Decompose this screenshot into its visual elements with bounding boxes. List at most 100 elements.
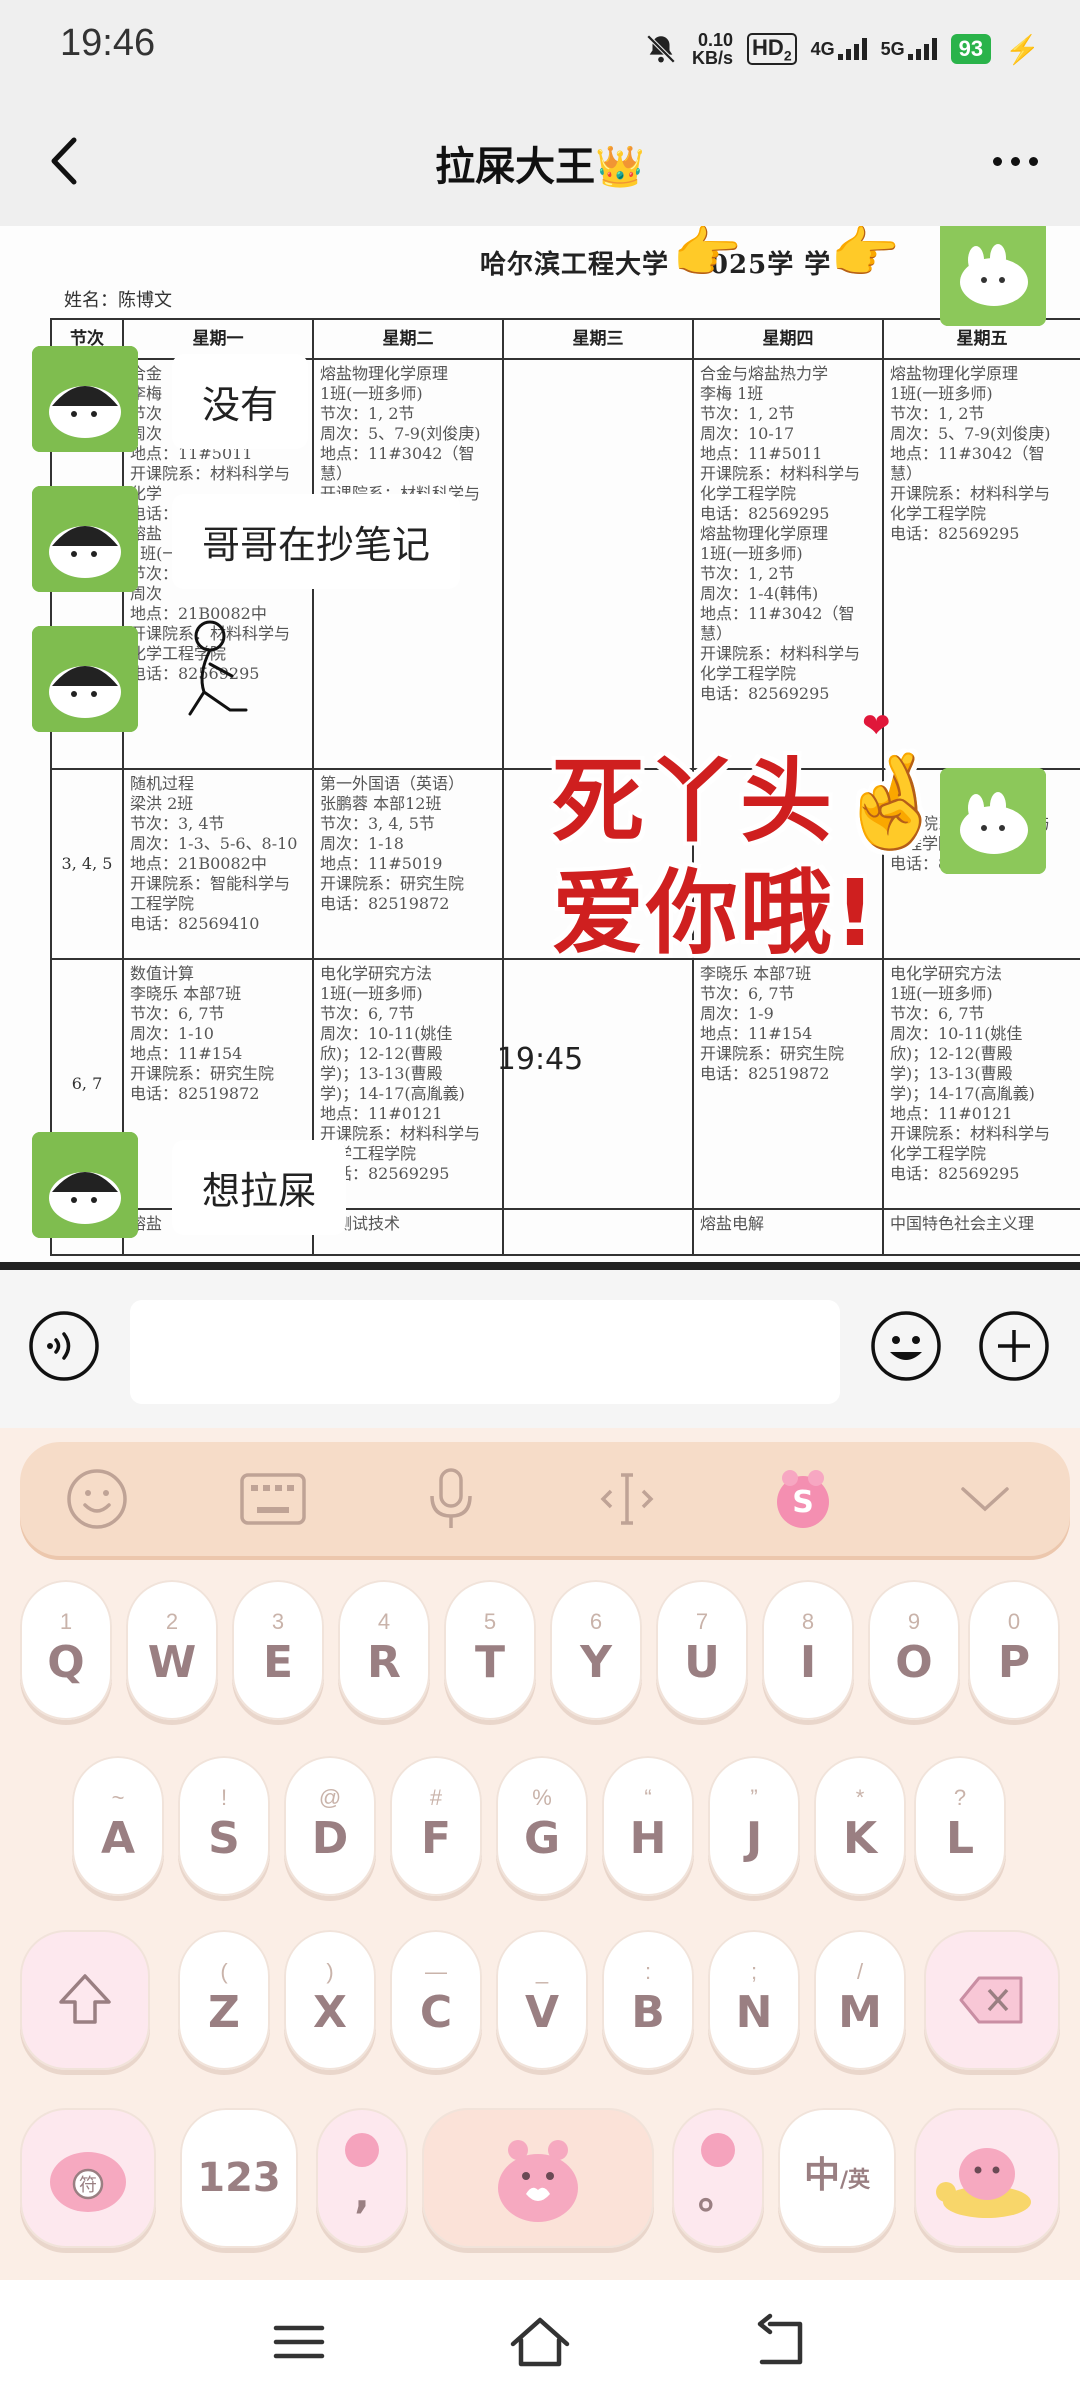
key-v[interactable]: _ V — [496, 1930, 588, 2070]
kneeling-figure-sticker[interactable] — [170, 614, 260, 724]
schedule-cell-line: 周次：5、7-9(刘俊庚) — [890, 424, 1051, 443]
cursor-move-icon[interactable] — [592, 1464, 662, 1534]
signal-bars-icon — [837, 38, 867, 60]
shift-key[interactable] — [20, 1930, 150, 2070]
schedule-cell — [502, 358, 694, 770]
panda-avatar-icon — [32, 486, 138, 592]
key-p[interactable]: 0P — [968, 1580, 1060, 1720]
schedule-cell-line: 1班(一班多师) — [320, 384, 423, 403]
key-a[interactable]: ~ A — [72, 1756, 164, 1896]
message-input[interactable] — [130, 1300, 840, 1404]
home-icon[interactable] — [505, 2310, 575, 2374]
back-nav-icon[interactable] — [746, 2310, 816, 2374]
key-b[interactable]: :B — [602, 1930, 694, 2070]
chat-background-image: 哈尔滨工程大学 -2025学 学 姓名：陈博文 👉 👉 节次 星期一 星期二 星… — [0, 226, 1080, 1264]
key-i[interactable]: 8I — [762, 1580, 854, 1720]
symbol-key[interactable]: 符 — [20, 2108, 156, 2248]
schedule-cell-line: 开课院系：材料科学与 — [130, 464, 291, 483]
heart-icon: ❤ — [862, 706, 891, 746]
schedule-cell — [502, 958, 694, 1210]
sticker-line-1: 死丫头🤞 — [552, 748, 951, 855]
key-f[interactable]: # F — [390, 1756, 482, 1896]
comma-key[interactable]: , — [316, 2108, 408, 2248]
key-label: L — [945, 1813, 975, 1864]
key-j[interactable]: ” J — [708, 1756, 800, 1896]
key-k[interactable]: * K — [814, 1756, 906, 1896]
schedule-cell-line: 周次：10-17 — [700, 424, 795, 443]
key-z[interactable]: (Z — [178, 1930, 270, 2070]
key-sub-label: 3 — [271, 1609, 285, 1634]
schedule-cell-line: 节次：6, 7节 — [700, 984, 795, 1003]
key-m[interactable]: / M — [814, 1930, 906, 2070]
numbers-key[interactable]: 123 — [180, 2108, 298, 2248]
key-n[interactable]: ; N — [708, 1930, 800, 2070]
schedule-cell-line: 1班(一班多师) — [890, 384, 993, 403]
key-d[interactable]: @ D — [284, 1756, 376, 1896]
schedule-cell-line: 电话：82569295 — [890, 524, 1020, 543]
key-u[interactable]: 7U — [656, 1580, 748, 1720]
key-sub-label: 9 — [907, 1609, 921, 1634]
schedule-header-cell: 星期一 — [122, 318, 314, 360]
key-h[interactable]: “H — [602, 1756, 694, 1896]
contact-avatar[interactable] — [940, 226, 1046, 326]
message-bubble[interactable]: 没有 — [172, 354, 309, 449]
key-sub-label: ( — [220, 1959, 228, 1984]
user-avatar[interactable] — [32, 1132, 138, 1238]
collapse-keyboard-icon[interactable] — [950, 1464, 1020, 1534]
period-key[interactable]: 。 — [672, 2108, 764, 2248]
space-key[interactable] — [422, 2108, 654, 2248]
schedule-cell-line: 开课院系：材料科学与 — [700, 644, 861, 663]
schedule-cell-line: 周次：1-18 — [320, 834, 404, 853]
keyboard-toolbar: S — [20, 1442, 1070, 1556]
key-y[interactable]: 6Y — [550, 1580, 642, 1720]
key-label: P — [997, 1637, 1031, 1688]
menu-icon[interactable] — [264, 2310, 334, 2374]
key-c[interactable]: — C — [390, 1930, 482, 2070]
keyboard-emoji-icon[interactable] — [62, 1464, 132, 1534]
message-bubble[interactable]: 哥哥在抄笔记 — [172, 494, 461, 589]
language-switch-key[interactable]: 中/英 — [778, 2108, 896, 2248]
schedule-cell-line: 1班(一班多师) — [700, 544, 803, 563]
key-r[interactable]: 4R — [338, 1580, 430, 1720]
hd-label: HD — [752, 34, 784, 60]
schedule-cell-line: 开课院系：材料科学与 — [890, 484, 1051, 503]
schedule-cell-line: 化学工程学院 — [700, 484, 797, 503]
contact-avatar[interactable] — [940, 768, 1046, 874]
schedule-cell-line: 慧） — [320, 464, 353, 483]
key-x[interactable]: ) X — [284, 1930, 376, 2070]
add-icon[interactable] — [978, 1310, 1050, 1382]
shift-icon — [59, 1974, 111, 2024]
comma-label: , — [354, 2172, 370, 2218]
key-e[interactable]: 3E — [232, 1580, 324, 1720]
schedule-cell-line: 学)；14-17(高胤義) — [320, 1084, 465, 1103]
user-avatar[interactable] — [32, 626, 138, 732]
key-o[interactable]: 9O — [868, 1580, 960, 1720]
key-t[interactable]: 5T — [444, 1580, 536, 1720]
key-l[interactable]: ? L — [914, 1756, 1006, 1896]
emoji-icon[interactable] — [870, 1310, 942, 1382]
bunny-avatar-icon — [940, 768, 1046, 874]
backspace-key[interactable] — [924, 1930, 1060, 2070]
schedule-cell-line: 节次：6, 7节 — [890, 1004, 985, 1023]
key-w[interactable]: 2W — [126, 1580, 218, 1720]
chat-area[interactable]: 哈尔滨工程大学 -2025学 学 姓名：陈博文 👉 👉 节次 星期一 星期二 星… — [0, 226, 1080, 1264]
user-avatar[interactable] — [32, 346, 138, 452]
message-bubble[interactable]: 想拉屎 — [172, 1140, 347, 1235]
schedule-cell: 随机过程 梁洪 2班 节次：3, 4节 周次：1-3、5-6、8-10 地点：21B00… — [122, 768, 314, 960]
lang-sub: /英 — [839, 2167, 871, 2193]
more-options-button[interactable] — [980, 126, 1050, 196]
battery-level: 93 — [950, 34, 992, 64]
key-q[interactable]: 1Q — [20, 1580, 112, 1720]
user-avatar[interactable] — [32, 486, 138, 592]
keyboard-layout-icon[interactable] — [238, 1464, 308, 1534]
sogou-logo-icon[interactable]: S — [768, 1464, 838, 1534]
voice-input-icon[interactable] — [28, 1310, 100, 1382]
key-sub-label: 1 — [59, 1609, 73, 1634]
microphone-icon[interactable] — [416, 1464, 486, 1534]
schedule-cell-line: 随机过程 — [130, 774, 195, 793]
key-g[interactable]: % G — [496, 1756, 588, 1896]
schedule-cell-line: 开课院系：智能科学与 — [130, 874, 291, 893]
key-s[interactable]: ! S — [178, 1756, 270, 1896]
lang-main: 中 — [803, 2154, 840, 2196]
enter-key[interactable] — [914, 2108, 1060, 2248]
